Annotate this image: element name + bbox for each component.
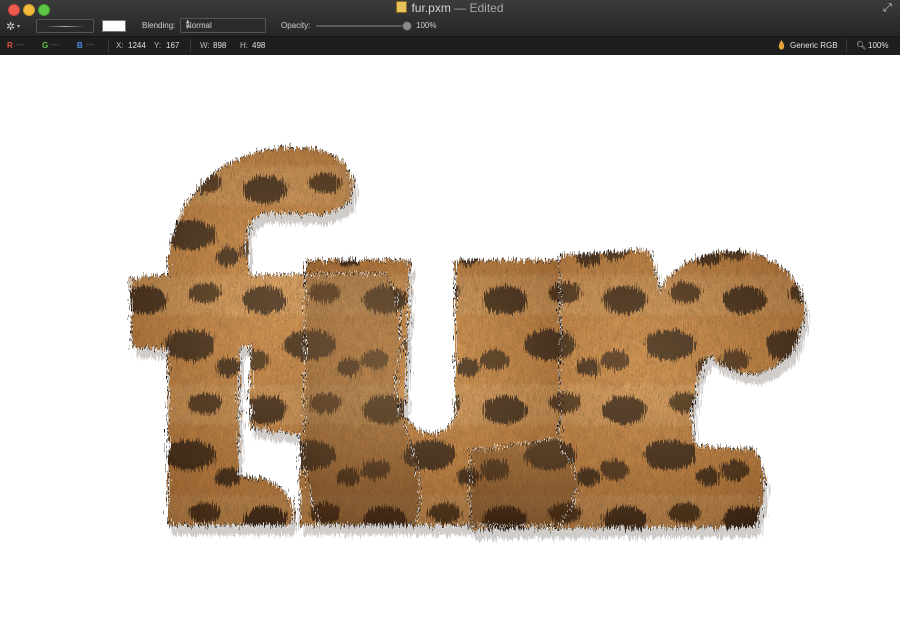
x-value: 1244 xyxy=(128,41,146,50)
edited-status: — Edited xyxy=(450,1,504,15)
document-name: fur.pxm xyxy=(411,1,451,15)
channel-b-label: B xyxy=(77,41,83,50)
opacity-slider-track[interactable] xyxy=(316,25,408,27)
info-bar: R --- G --- B --- X: 1244 Y: 167 W: 898 … xyxy=(0,36,900,56)
x-label: X: xyxy=(116,41,124,50)
channel-r-value: --- xyxy=(16,40,24,49)
y-label: Y: xyxy=(154,41,162,50)
chevron-down-icon[interactable]: ▾ xyxy=(17,23,20,30)
opacity-value[interactable]: 100% xyxy=(416,21,436,30)
fur-letters xyxy=(130,147,805,530)
channel-b-value: --- xyxy=(86,40,94,49)
w-value: 898 xyxy=(213,41,227,50)
blending-label: Blending: xyxy=(142,21,176,30)
color-swatch[interactable] xyxy=(102,20,126,32)
brush-preview[interactable] xyxy=(36,19,94,33)
document-icon xyxy=(396,1,408,13)
title-bar: fur.pxm — Edited ⤢ ✲ ▾ Blending: Normal … xyxy=(0,0,900,36)
divider xyxy=(108,39,109,52)
fullscreen-arrows-icon[interactable]: ⤢ xyxy=(883,3,894,14)
opacity-slider-knob[interactable] xyxy=(402,21,412,31)
document-canvas[interactable] xyxy=(0,55,900,618)
h-value: 498 xyxy=(252,41,266,50)
w-label: W: xyxy=(200,41,210,50)
window-title: fur.pxm — Edited xyxy=(0,1,900,15)
tool-options-bar: ✲ ▾ Blending: Normal ▴ ▾ Opacity: 100% xyxy=(0,17,900,36)
y-value: 167 xyxy=(166,41,180,50)
divider xyxy=(846,39,847,52)
divider xyxy=(190,39,191,52)
channel-g-value: --- xyxy=(51,40,59,49)
select-arrows-icon: ▴ ▾ xyxy=(186,18,190,31)
channel-r-label: R xyxy=(7,41,13,50)
color-profile[interactable]: Generic RGB xyxy=(790,41,838,50)
gear-icon[interactable]: ✲ xyxy=(6,20,15,33)
opacity-label: Opacity: xyxy=(281,21,311,30)
blending-select[interactable]: Normal ▴ ▾ xyxy=(180,18,266,33)
fur-artwork xyxy=(129,147,809,540)
zoom-value[interactable]: 100% xyxy=(868,41,888,50)
color-profile-icon xyxy=(778,40,785,50)
magnifier-icon: 🔍︎ xyxy=(856,41,867,50)
h-label: H: xyxy=(240,41,248,50)
channel-g-label: G xyxy=(42,41,49,50)
